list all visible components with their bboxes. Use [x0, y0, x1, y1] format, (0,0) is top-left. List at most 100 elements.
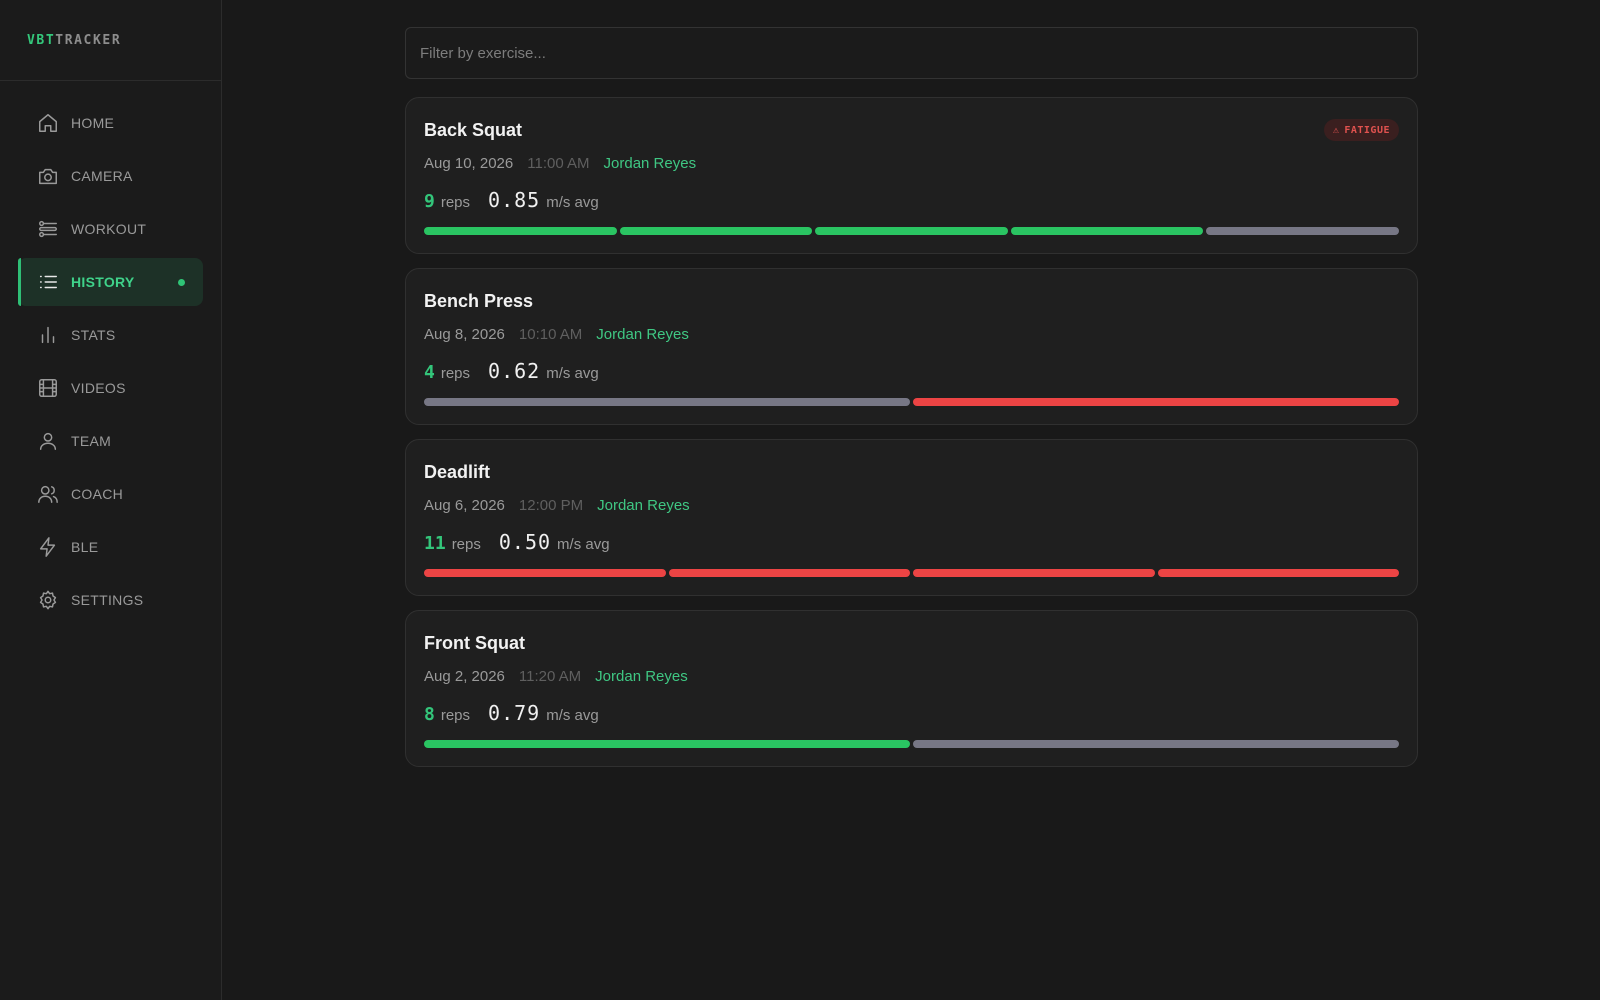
session-time: 10:10 AM	[518, 326, 583, 343]
avg-velocity: 0.85	[488, 188, 541, 212]
bar-chart-icon	[37, 324, 59, 346]
sidebar-item-label: VIDEOS	[71, 380, 126, 396]
session-card[interactable]: Bench Press Aug 8, 2026 10:10 AM Jordan Rey…	[405, 268, 1418, 425]
rep-velocity-bar	[424, 569, 1399, 577]
session-stats: 8 reps 0.79 m/s avg	[424, 701, 599, 725]
velocity-segment-neutral	[1206, 227, 1399, 235]
session-date: Aug 2, 2026	[424, 668, 505, 685]
badge-label: FATIGUE	[1344, 124, 1390, 136]
film-icon	[37, 377, 59, 399]
gear-icon	[37, 589, 59, 611]
sidebar-item-settings[interactable]: SETTINGS	[18, 576, 203, 624]
main-content: Back Squat ⚠ FATIGUE Aug 10, 2026 11:00 AM Jo…	[222, 0, 1600, 1000]
filter-exercise-input[interactable]	[405, 27, 1418, 79]
session-card[interactable]: Back Squat ⚠ FATIGUE Aug 10, 2026 11:00 AM Jo…	[405, 97, 1418, 254]
warning-icon: ⚠	[1332, 124, 1340, 136]
lightning-icon	[37, 536, 59, 558]
athlete-link[interactable]: Jordan Reyes	[596, 326, 689, 343]
athlete-link[interactable]: Jordan Reyes	[604, 155, 697, 172]
app-logo[interactable]: VBTTRACKER	[0, 0, 221, 81]
sidebar-item-history[interactable]: HISTORY	[18, 258, 203, 306]
avg-velocity: 0.62	[488, 359, 541, 383]
sidebar: VBTTRACKER HOME CAMERA WORKOUT HISTORY S…	[0, 0, 222, 1000]
exercise-name: Front Squat	[424, 633, 525, 653]
session-card[interactable]: Front Squat Aug 2, 2026 11:20 AM Jordan Rey…	[405, 610, 1418, 767]
sidebar-item-coach[interactable]: COACH	[18, 470, 203, 518]
session-meta: Aug 6, 2026 12:00 PM Jordan Reyes	[424, 497, 690, 514]
session-meta: Aug 2, 2026 11:20 AM Jordan Reyes	[424, 668, 688, 685]
sidebar-item-team[interactable]: TEAM	[18, 417, 203, 465]
sidebar-item-workout[interactable]: WORKOUT	[18, 205, 203, 253]
velocity-segment-slow	[913, 398, 1399, 406]
sidebar-item-camera[interactable]: CAMERA	[18, 152, 203, 200]
velocity-segment-good	[424, 740, 910, 748]
reps-label: reps	[440, 707, 471, 724]
session-stats: 11 reps 0.50 m/s avg	[424, 530, 610, 554]
velocity-segment-slow	[913, 569, 1155, 577]
active-indicator-dot	[178, 279, 185, 286]
home-icon	[37, 112, 59, 134]
velocity-segment-neutral	[424, 398, 910, 406]
session-date: Aug 8, 2026	[424, 326, 505, 343]
exercise-name: Bench Press	[424, 291, 534, 311]
reps-label: reps	[440, 194, 471, 211]
user-icon	[37, 430, 59, 452]
session-cards: Back Squat ⚠ FATIGUE Aug 10, 2026 11:00 AM Jo…	[405, 97, 1418, 767]
session-date: Aug 6, 2026	[424, 497, 505, 514]
sidebar-item-label: TEAM	[71, 433, 112, 449]
reps-label: reps	[451, 536, 481, 553]
fatigue-badge: ⚠ FATIGUE	[1323, 119, 1399, 141]
sidebar-item-ble[interactable]: BLE	[18, 523, 203, 571]
sidebar-item-videos[interactable]: VIDEOS	[18, 364, 203, 412]
exercise-name: Back Squat	[424, 120, 523, 140]
velocity-unit: m/s avg	[546, 194, 599, 211]
session-stats: 9 reps 0.85 m/s avg	[424, 188, 599, 212]
workout-icon	[37, 218, 59, 240]
sidebar-item-label: COACH	[71, 486, 124, 502]
sidebar-item-label: HOME	[71, 115, 115, 131]
sidebar-item-home[interactable]: HOME	[18, 99, 203, 147]
camera-icon	[37, 165, 59, 187]
athlete-link[interactable]: Jordan Reyes	[595, 668, 688, 685]
sidebar-item-label: WORKOUT	[71, 221, 147, 237]
session-time: 11:00 AM	[527, 155, 590, 172]
sidebar-item-label: HISTORY	[71, 274, 135, 290]
exercise-name: Deadlift	[424, 462, 491, 482]
velocity-segment-good	[619, 227, 813, 235]
sidebar-item-label: BLE	[71, 539, 99, 555]
velocity-segment-neutral	[913, 740, 1399, 748]
sidebar-item-label: CAMERA	[71, 168, 133, 184]
sidebar-item-stats[interactable]: STATS	[18, 311, 203, 359]
velocity-unit: m/s avg	[557, 536, 610, 553]
app-root: VBTTRACKER HOME CAMERA WORKOUT HISTORY S…	[0, 0, 1600, 1000]
users-icon	[37, 483, 59, 505]
velocity-segment-good	[1010, 227, 1204, 235]
sidebar-item-label: SETTINGS	[71, 592, 144, 608]
reps-count: 4	[424, 362, 435, 383]
reps-count: 11	[424, 533, 446, 554]
session-meta: Aug 8, 2026 10:10 AM Jordan Reyes	[424, 326, 689, 343]
velocity-segment-slow	[668, 569, 910, 577]
rep-velocity-bar	[424, 740, 1399, 748]
reps-label: reps	[440, 365, 471, 382]
session-meta: Aug 10, 2026 11:00 AM Jordan Reyes	[424, 155, 696, 172]
rep-velocity-bar	[424, 398, 1399, 406]
velocity-unit: m/s avg	[546, 365, 599, 382]
sidebar-item-label: STATS	[71, 327, 116, 343]
reps-count: 9	[424, 191, 435, 212]
athlete-link[interactable]: Jordan Reyes	[597, 497, 690, 514]
list-icon	[37, 271, 59, 293]
session-date: Aug 10, 2026	[424, 155, 514, 172]
velocity-segment-good	[424, 227, 617, 235]
velocity-segment-slow	[424, 569, 666, 577]
avg-velocity: 0.79	[488, 701, 541, 725]
session-time: 11:20 AM	[518, 668, 582, 685]
velocity-segment-good	[815, 227, 1008, 235]
velocity-segment-slow	[1157, 569, 1399, 577]
rep-velocity-bar	[424, 227, 1399, 235]
reps-count: 8	[424, 704, 435, 725]
velocity-unit: m/s avg	[546, 707, 599, 724]
session-stats: 4 reps 0.62 m/s avg	[424, 359, 599, 383]
session-time: 12:00 PM	[518, 497, 584, 514]
session-card[interactable]: Deadlift Aug 6, 2026 12:00 PM Jordan Reyes 1…	[405, 439, 1418, 596]
